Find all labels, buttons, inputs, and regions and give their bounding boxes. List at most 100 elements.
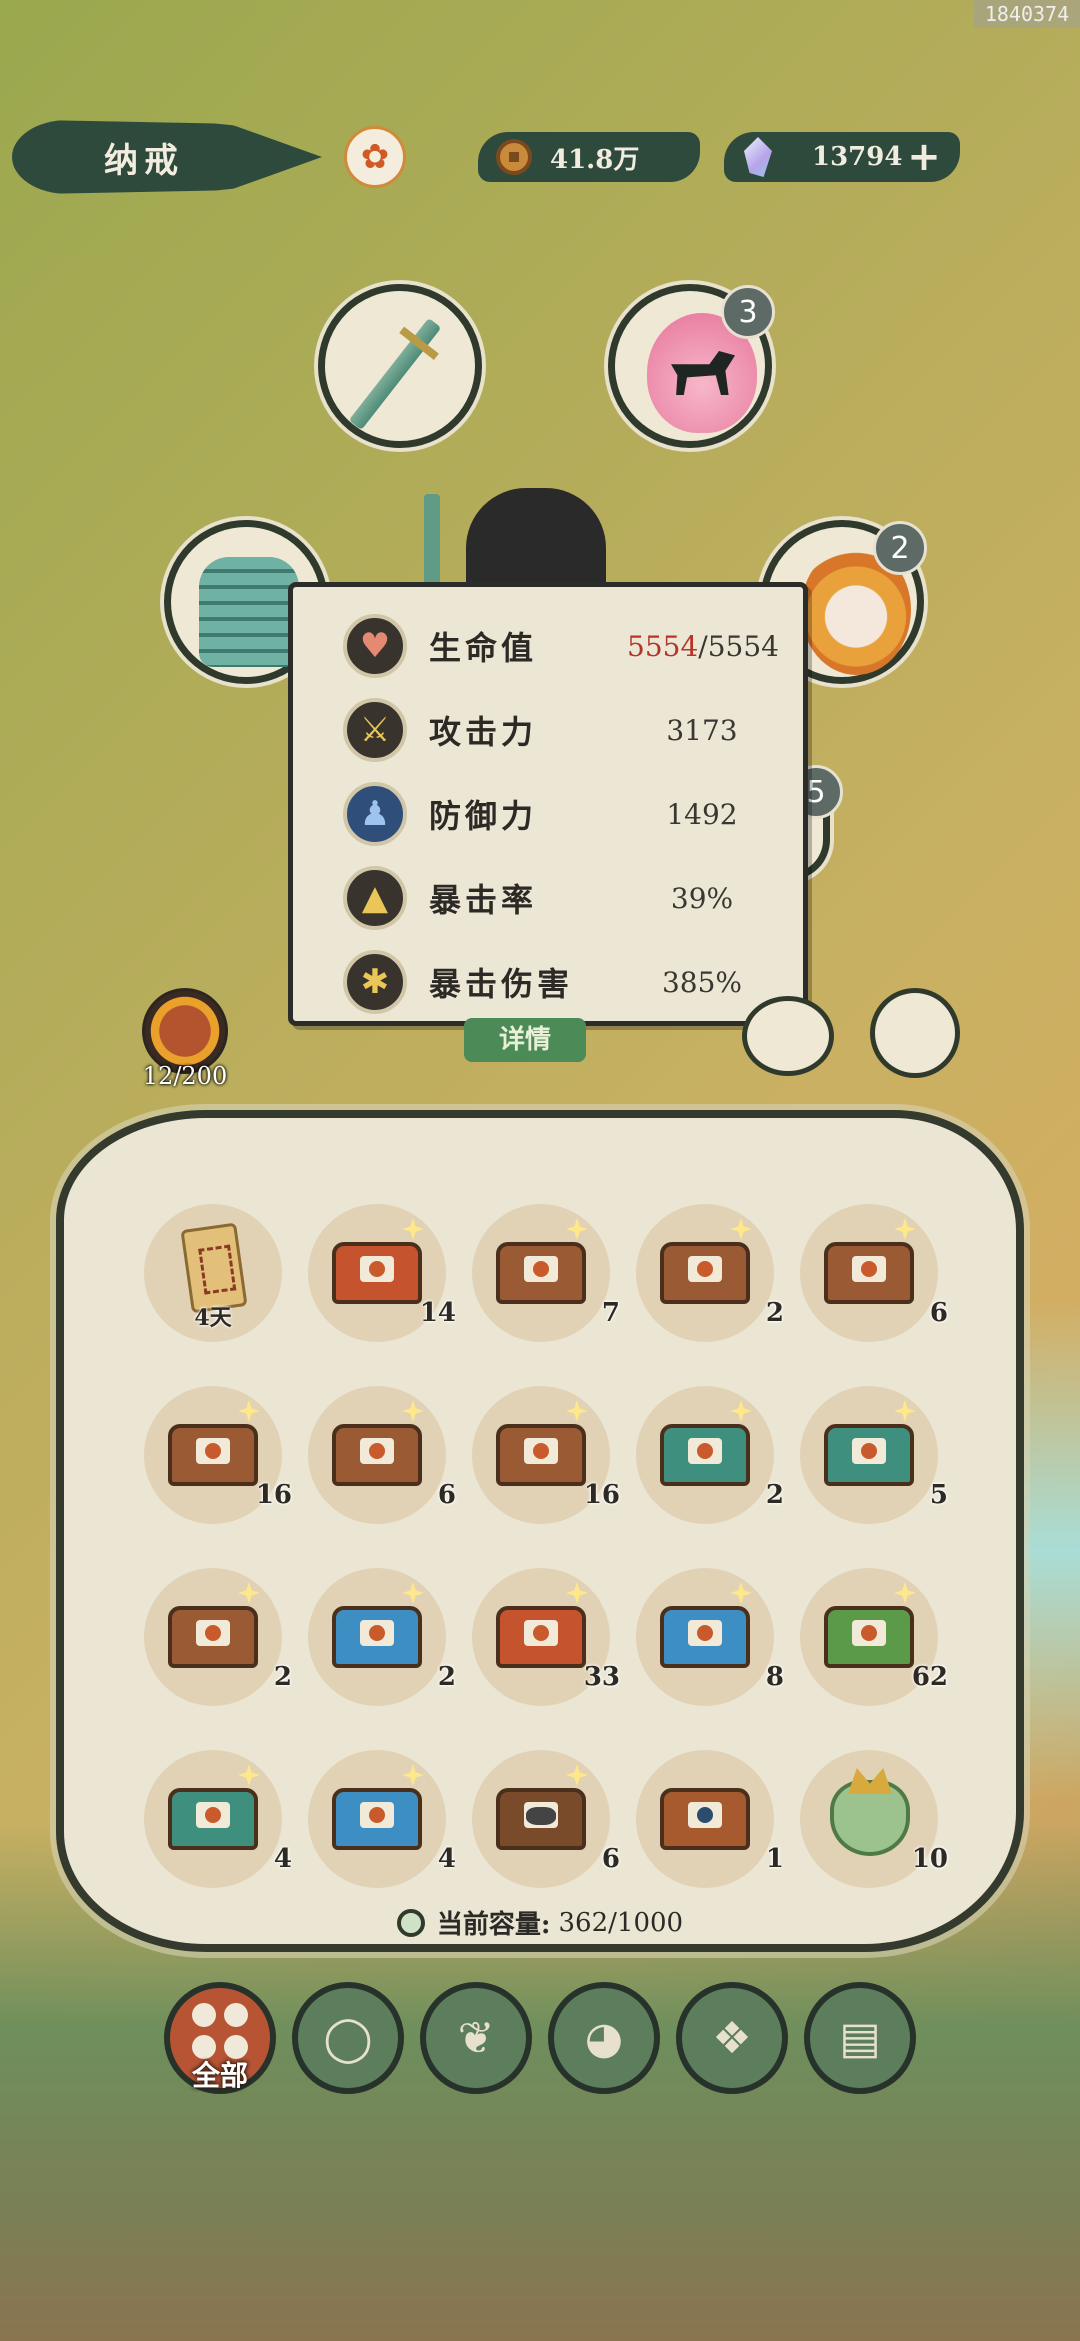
pet-slot[interactable]: 3 — [608, 284, 775, 448]
item-slot[interactable]: 2 — [636, 1204, 784, 1342]
coin-icon — [496, 139, 532, 175]
ore-icon: ❖ — [712, 2012, 752, 2064]
item-slot[interactable]: 4 — [308, 1750, 456, 1888]
chest-icon — [332, 1788, 422, 1850]
stat-label: 防御力 — [429, 797, 538, 835]
crit-damage-icon: ✱ — [343, 950, 407, 1014]
item-count: 4天 — [194, 1305, 232, 1331]
item-slot[interactable]: 16 — [144, 1386, 292, 1524]
capacity-label: 当前容量: — [436, 1910, 551, 1940]
item-slot[interactable]: 33 — [472, 1568, 620, 1706]
tab-wood[interactable]: ◯ — [292, 1982, 404, 2094]
stat-row-defense: ♟ 防御力 1492 — [343, 779, 783, 849]
hp-max: /5554 — [698, 629, 779, 663]
item-slot[interactable]: 7 — [472, 1204, 620, 1342]
chest-icon — [332, 1424, 422, 1486]
stat-value: 3173 — [666, 713, 738, 747]
jade-token-slot[interactable] — [870, 988, 960, 1078]
chest-icon — [332, 1606, 422, 1668]
chest-icon — [168, 1788, 258, 1850]
inventory-panel: 4天 14 7 2 6 16 6 16 2 5 2 2 33 8 62 4 4 … — [56, 1110, 1024, 1952]
item-slot[interactable]: 5 — [800, 1386, 948, 1524]
item-count: 16 — [255, 1480, 292, 1510]
capacity-indicator: 当前容量: 362/1000 — [0, 1904, 1080, 1941]
item-slot[interactable]: 6 — [472, 1750, 620, 1888]
chest-icon — [660, 1424, 750, 1486]
tab-scroll[interactable]: ▤ — [804, 1982, 916, 2094]
stat-label: 生命值 — [429, 629, 538, 667]
item-slot[interactable]: 8 — [636, 1568, 784, 1706]
hp-current: 5554 — [627, 629, 699, 663]
sparkle-icon — [894, 1218, 916, 1240]
phoenix-emblem-icon[interactable]: ✿ — [344, 126, 406, 188]
grid-icon — [192, 2003, 248, 2059]
sparkle-icon — [238, 1764, 260, 1786]
item-count: 6 — [601, 1844, 620, 1874]
tab-food[interactable]: ◕ — [548, 1982, 660, 2094]
item-count: 4 — [273, 1844, 292, 1874]
sparkle-icon — [238, 1582, 260, 1604]
item-count: 2 — [765, 1298, 784, 1328]
item-count: 4 — [437, 1844, 456, 1874]
food-slot[interactable] — [742, 996, 834, 1076]
stat-value: 5554/5554 — [627, 629, 779, 663]
item-slot[interactable]: 4天 — [144, 1204, 282, 1342]
chest-icon — [660, 1242, 750, 1304]
stat-label: 攻击力 — [429, 713, 538, 751]
item-count: 33 — [583, 1662, 620, 1692]
tab-ore[interactable]: ❖ — [676, 1982, 788, 2094]
chest-icon — [660, 1606, 750, 1668]
capacity-value: 362/1000 — [558, 1907, 684, 1938]
item-slot[interactable]: 6 — [308, 1386, 456, 1524]
armor-icon — [199, 557, 299, 667]
heart-icon: ♥ — [343, 614, 407, 678]
sparkle-icon — [566, 1218, 588, 1240]
coal-chest-icon — [496, 1788, 586, 1850]
tab-herb[interactable]: ❦ — [420, 1982, 532, 2094]
rice-bowl-icon: ◕ — [584, 2012, 624, 2064]
chest-icon — [496, 1242, 586, 1304]
chest-icon — [496, 1424, 586, 1486]
item-count: 16 — [583, 1480, 620, 1510]
stat-value: 1492 — [666, 797, 738, 831]
item-count: 2 — [765, 1480, 784, 1510]
item-slot[interactable]: 14 — [308, 1204, 456, 1342]
item-slot[interactable]: 4 — [144, 1750, 292, 1888]
item-count: 6 — [437, 1480, 456, 1510]
pet-badge: 3 — [721, 285, 775, 339]
sparkle-icon — [894, 1400, 916, 1422]
sparkle-icon — [894, 1582, 916, 1604]
crit-icon: ▲ — [343, 866, 407, 930]
weapon-slot[interactable] — [318, 284, 482, 448]
item-count: 6 — [929, 1298, 948, 1328]
item-slot[interactable]: 16 — [472, 1386, 620, 1524]
sparkle-icon — [402, 1400, 424, 1422]
item-slot[interactable]: 1 — [636, 1750, 784, 1888]
item-slot[interactable]: 6 — [800, 1204, 948, 1342]
item-slot[interactable]: 62 — [800, 1568, 948, 1706]
scroll-icon: ▤ — [839, 2012, 881, 2064]
stat-row-hp: ♥ 生命值 5554/5554 — [343, 611, 783, 681]
chest-icon — [824, 1606, 914, 1668]
item-count: 2 — [437, 1662, 456, 1692]
plus-icon[interactable]: + — [906, 137, 942, 177]
stat-label: 暴击率 — [429, 881, 538, 919]
sparkle-icon — [730, 1218, 752, 1240]
item-count: 1 — [765, 1844, 784, 1874]
chest-icon — [332, 1242, 422, 1304]
stat-value: 385% — [661, 965, 743, 999]
details-button[interactable]: 详情 — [464, 1018, 586, 1062]
stats-panel: ♥ 生命值 5554/5554 ⚔ 攻击力 3173 ♟ 防御力 1492 ▲ … — [288, 582, 808, 1026]
item-slot[interactable]: 2 — [636, 1386, 784, 1524]
chest-icon — [496, 1606, 586, 1668]
chest-icon — [824, 1424, 914, 1486]
sparkle-icon — [566, 1764, 588, 1786]
open-chest-icon — [660, 1788, 750, 1850]
item-slot[interactable]: 2 — [308, 1568, 456, 1706]
item-slot[interactable]: 10 — [800, 1750, 948, 1888]
item-slot[interactable]: 2 — [144, 1568, 292, 1706]
chest-icon — [168, 1606, 258, 1668]
log-icon: ◯ — [323, 2012, 373, 2064]
herb-icon: ❦ — [457, 2012, 495, 2064]
chest-icon — [168, 1424, 258, 1486]
